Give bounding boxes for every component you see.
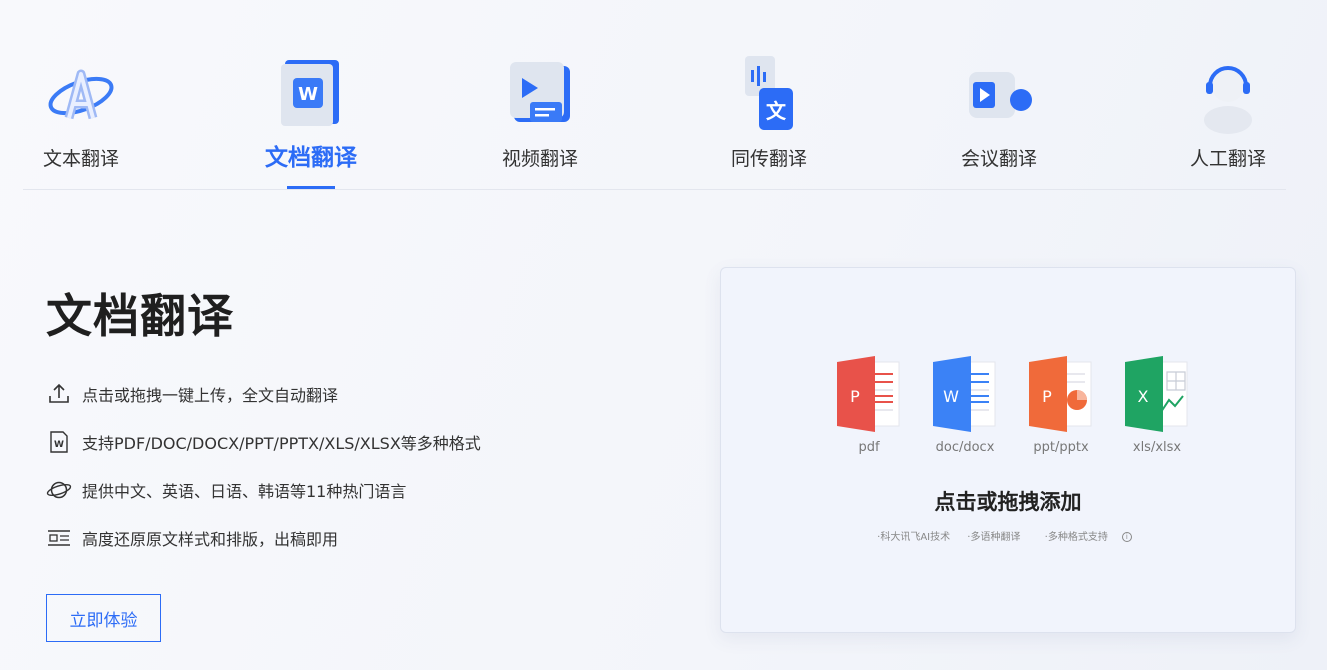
format-letter: W — [943, 387, 959, 406]
format-doc: W doc/docx — [917, 356, 1013, 455]
tab-label: 人工翻译 — [1189, 148, 1266, 170]
pdf-file-icon: P — [837, 356, 900, 432]
list-item: 提供中文、英语、日语、韩语等11种热门语言 — [46, 466, 481, 514]
format-letter: X — [1138, 387, 1149, 406]
headset-agent-icon — [1204, 66, 1252, 134]
video-camera-icon — [969, 72, 1032, 118]
format-name: xls/xlsx — [1132, 440, 1182, 455]
word-document-icon: W — [281, 60, 339, 126]
page-title: 文档翻译 — [46, 289, 234, 343]
info-icon[interactable]: i — [1121, 532, 1132, 542]
format-letter: P — [1042, 387, 1052, 406]
word-file-icon: W — [933, 356, 996, 432]
format-pdf: P pdf — [821, 356, 917, 455]
tab-label: 视频翻译 — [501, 148, 578, 170]
feature-tabs: 文本翻译 W 文档翻译 视频翻译 文 同传翻译 会议翻译 人工翻译 — [23, 0, 1286, 190]
feature-list: 点击或拖拽一键上传，全文自动翻译 W 支持PDF/DOC/DOCX/PPT/PP… — [46, 370, 481, 562]
list-item: W 支持PDF/DOC/DOCX/PPT/PPTX/XLS/XLSX等多种格式 — [46, 418, 481, 466]
format-name: ppt/pptx — [1033, 440, 1089, 455]
tab-simultaneous-translate[interactable]: 文 同传翻译 — [699, 0, 839, 190]
format-name: pdf — [858, 440, 880, 455]
feature-text: 点击或拖拽一键上传，全文自动翻译 — [82, 386, 339, 405]
try-now-button[interactable]: 立即体验 — [46, 594, 161, 642]
note-item: ·多种格式支持 i — [1038, 532, 1139, 543]
upload-notes: ·科大讯飞AI技术 ·多语种翻译 ·多种格式支持 i — [721, 528, 1295, 543]
tab-video-translate[interactable]: 视频翻译 — [470, 0, 610, 190]
planet-icon — [46, 477, 72, 503]
format-ppt: P ppt/pptx — [1013, 356, 1109, 455]
ppt-file-icon: P — [1029, 356, 1092, 432]
tab-label: 同传翻译 — [730, 148, 807, 170]
tab-meeting-translate[interactable]: 会议翻译 — [929, 0, 1069, 190]
svg-text:文: 文 — [766, 99, 787, 123]
layout-icon — [46, 525, 72, 551]
format-list: P pdf W doc/docx P ppt/pptx X xls/xlsx — [821, 356, 1205, 455]
tab-label: 文本翻译 — [42, 148, 119, 170]
upload-dropzone[interactable]: P pdf W doc/docx P ppt/pptx X xls/xlsx 点… — [720, 267, 1296, 633]
svg-text:W: W — [54, 440, 64, 450]
text-translate-icon — [48, 69, 114, 120]
feature-text: 高度还原原文样式和排版，出稿即用 — [82, 530, 339, 549]
tab-human-translate[interactable]: 人工翻译 — [1158, 0, 1298, 190]
speech-translate-icon: 文 — [745, 56, 793, 130]
tab-document-translate[interactable]: W 文档翻译 — [241, 0, 381, 190]
feature-text: 支持PDF/DOC/DOCX/PPT/PPTX/XLS/XLSX等多种格式 — [82, 434, 481, 453]
format-letter: P — [850, 387, 860, 406]
word-file-icon: W — [46, 429, 72, 455]
upload-icon — [46, 381, 72, 407]
note-item: ·多语种翻译 — [967, 532, 1021, 543]
excel-file-icon: X — [1125, 356, 1188, 432]
tab-text-translate[interactable]: 文本翻译 — [11, 0, 151, 190]
list-item: 点击或拖拽一键上传，全文自动翻译 — [46, 370, 481, 418]
feature-text: 提供中文、英语、日语、韩语等11种热门语言 — [82, 482, 407, 501]
tab-label: 会议翻译 — [960, 148, 1037, 170]
list-item: 高度还原原文样式和排版，出稿即用 — [46, 514, 481, 562]
active-tab-underline — [287, 186, 335, 189]
video-play-icon — [510, 62, 570, 122]
note-item: ·科大讯飞AI技术 — [877, 532, 951, 543]
upload-title: 点击或拖拽添加 — [934, 490, 1082, 514]
format-name: doc/docx — [935, 440, 995, 455]
tab-label: 文档翻译 — [265, 145, 357, 171]
format-xls: X xls/xlsx — [1109, 356, 1205, 455]
svg-text:W: W — [298, 84, 318, 105]
